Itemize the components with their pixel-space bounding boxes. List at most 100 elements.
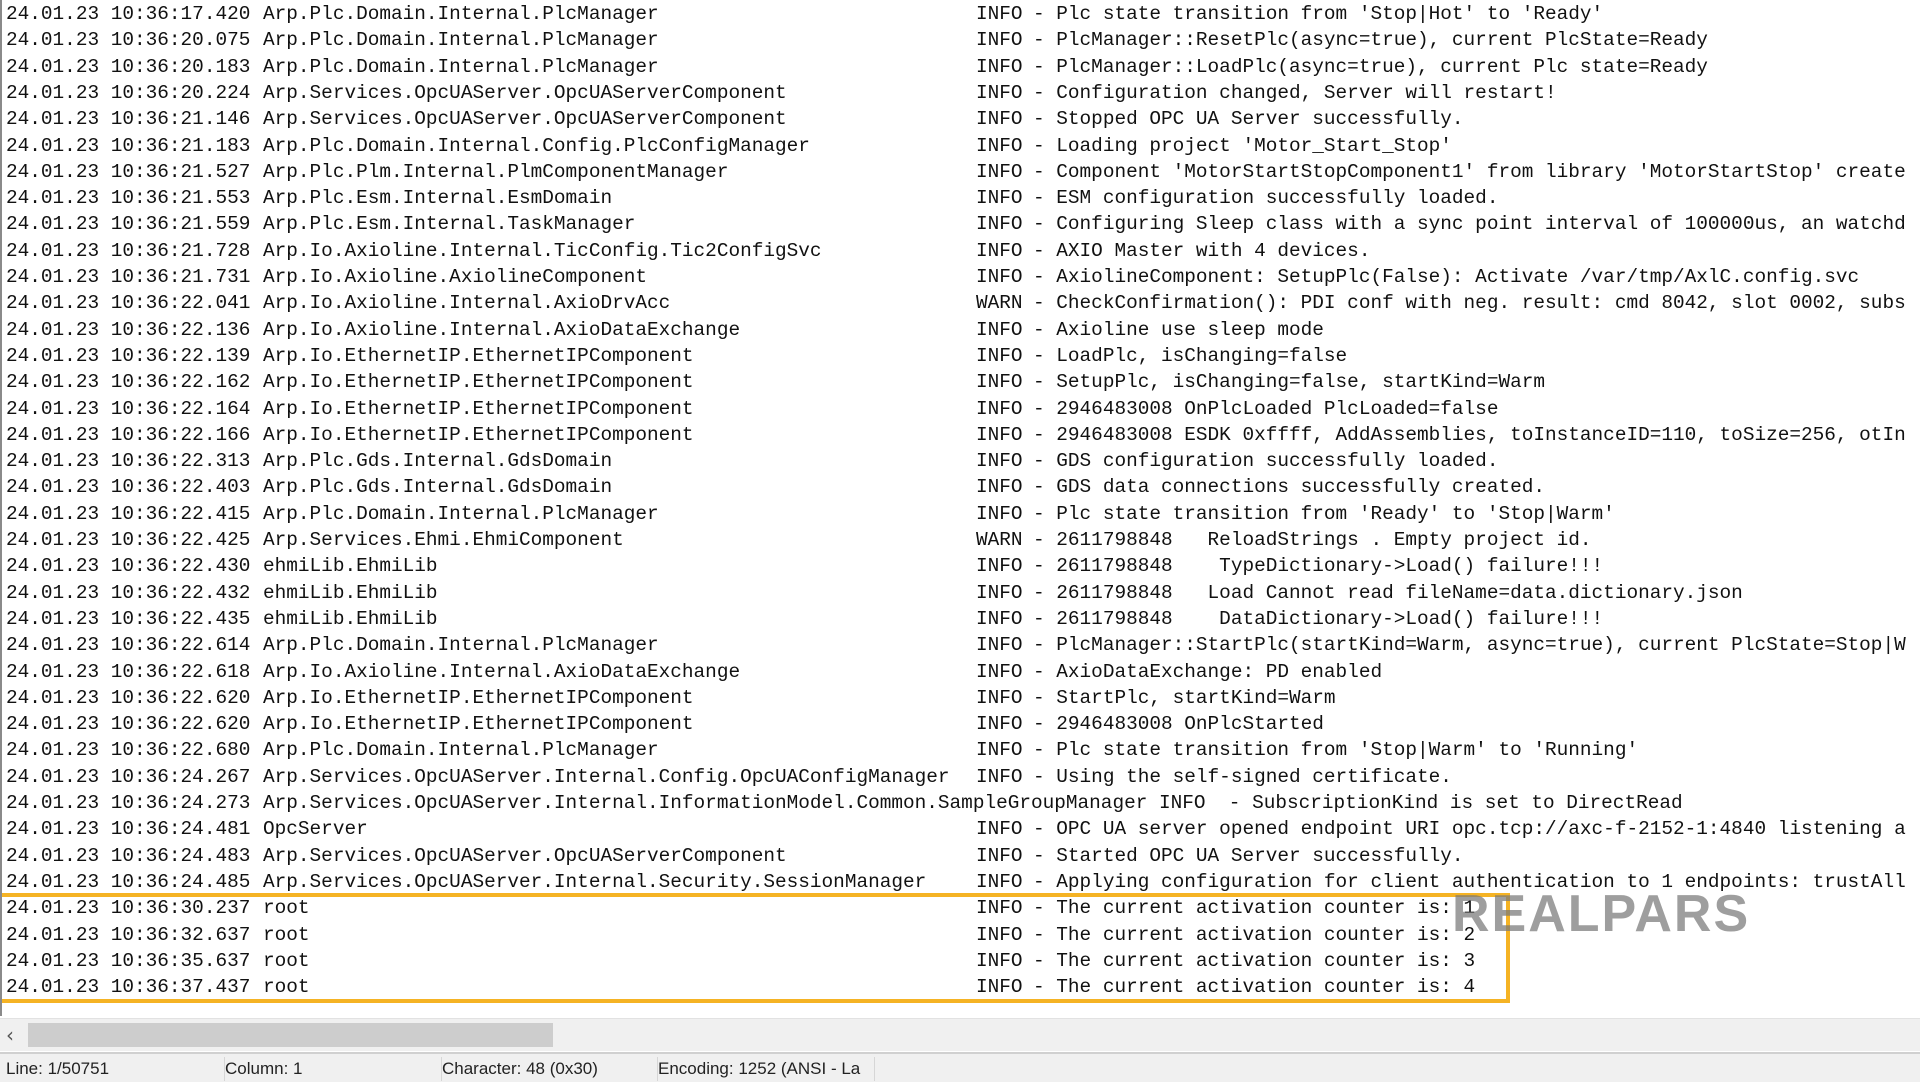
log-level: INFO — [976, 660, 1023, 683]
log-level: WARN — [976, 529, 1023, 551]
log-timestamp: 24.01.23 10:36:22.313 — [6, 450, 251, 473]
log-message: - Configuring Sleep class with a sync po… — [1033, 213, 1906, 236]
log-source: Arp.Io.Axioline.AxiolineComponent — [263, 266, 647, 288]
log-timestamp: 24.01.23 10:36:22.415 — [6, 502, 251, 525]
log-source: Arp.Io.EthernetIP.EthernetIPComponent — [263, 371, 694, 394]
log-message: - 2611798848 DataDictionary->Load() fail… — [1033, 607, 1604, 630]
log-source: Arp.Plc.Domain.Internal.PlcManager — [263, 29, 659, 52]
log-source: Arp.Services.OpcUAServer.Internal.Securi… — [263, 870, 927, 893]
log-level: INFO — [976, 55, 1023, 78]
log-timestamp: 24.01.23 10:36:22.136 — [6, 318, 251, 341]
log-message: - Plc state transition from 'Stop|Hot' t… — [1033, 3, 1604, 25]
log-message: - ESM configuration successfully loaded. — [1033, 187, 1499, 210]
log-timestamp: 24.01.23 10:36:21.728 — [6, 239, 251, 262]
log-level: INFO — [976, 239, 1023, 262]
log-timestamp: 24.01.23 10:36:21.183 — [6, 134, 251, 157]
log-level: INFO — [976, 134, 1023, 157]
log-timestamp: 24.01.23 10:36:21.559 — [6, 213, 251, 236]
log-timestamp: 24.01.23 10:36:24.273 — [6, 792, 251, 814]
log-source: Arp.Plc.Gds.Internal.GdsDomain — [263, 450, 613, 473]
log-source: ehmiLib.EhmiLib — [263, 555, 438, 578]
log-timestamp: 24.01.23 10:36:24.481 — [6, 818, 251, 841]
log-source: Arp.Io.Axioline.Internal.AxioDataExchang… — [263, 660, 741, 683]
log-source: Arp.Services.OpcUAServer.Internal.Inform… — [263, 792, 1683, 814]
scrollbar-thumb[interactable] — [28, 1023, 553, 1047]
log-source: Arp.Plc.Domain.Internal.Config.PlcConfig… — [263, 134, 810, 157]
log-message: - Configuration changed, Server will res… — [1033, 81, 1557, 104]
log-level: INFO — [976, 765, 1023, 788]
log-timestamp: 24.01.23 10:36:24.483 — [6, 844, 251, 867]
log-level: WARN — [976, 292, 1023, 315]
log-message: - PlcManager::ResetPlc(async=true), curr… — [1033, 29, 1708, 52]
log-level: INFO — [976, 476, 1023, 499]
log-message: - AXIO Master with 4 devices. — [1033, 239, 1371, 262]
log-viewer[interactable]: 24.01.23 10:36:17.420 Arp.Plc.Domain.Inte… — [0, 0, 1920, 1016]
log-level: INFO — [976, 581, 1023, 604]
log-message: - 2946483008 OnPlcLoaded PlcLoaded=false — [1033, 397, 1499, 420]
log-level: INFO — [976, 739, 1023, 762]
log-timestamp: 24.01.23 10:36:37.437 — [6, 976, 251, 999]
log-message: - GDS configuration successfully loaded. — [1033, 450, 1499, 473]
log-level: INFO — [976, 897, 1023, 920]
log-source: root — [263, 897, 310, 920]
log-message: - 2611798848 TypeDictionary->Load() fail… — [1033, 555, 1604, 578]
log-timestamp: 24.01.23 10:36:24.485 — [6, 870, 251, 893]
log-level: INFO — [976, 555, 1023, 578]
log-message: - Component 'MotorStartStopComponent1' f… — [1033, 160, 1906, 183]
log-timestamp: 24.01.23 10:36:22.430 — [6, 555, 251, 578]
log-message: - Plc state transition from 'Stop|Warm' … — [1033, 739, 1639, 762]
log-level: INFO — [976, 634, 1023, 657]
log-timestamp: 24.01.23 10:36:22.425 — [6, 529, 251, 551]
log-message: - 2946483008 OnPlcStarted — [1033, 713, 1324, 736]
log-level: INFO — [976, 318, 1023, 341]
log-timestamp: 24.01.23 10:36:22.680 — [6, 739, 251, 762]
log-level: INFO — [976, 686, 1023, 709]
scroll-left-arrow-icon[interactable]: ‹ — [6, 1023, 14, 1047]
log-message: - 2946483008 ESDK 0xffff, AddAssemblies,… — [1033, 423, 1906, 446]
log-source: Arp.Plc.Esm.Internal.TaskManager — [263, 213, 636, 236]
status-column: Column: 1 — [219, 1057, 442, 1081]
log-level: INFO — [976, 160, 1023, 183]
log-timestamp: 24.01.23 10:36:22.620 — [6, 713, 251, 736]
log-timestamp: 24.01.23 10:36:21.146 — [6, 108, 251, 131]
log-timestamp: 24.01.23 10:36:22.435 — [6, 607, 251, 630]
log-source: Arp.Plc.Plm.Internal.PlmComponentManager — [263, 160, 729, 183]
log-source: Arp.Services.OpcUAServer.OpcUAServerComp… — [263, 844, 787, 867]
log-level: INFO — [976, 949, 1023, 972]
log-timestamp: 24.01.23 10:36:17.420 — [6, 3, 251, 25]
log-source: Arp.Plc.Esm.Internal.EsmDomain — [263, 187, 613, 210]
log-message: - AxioDataExchange: PD enabled — [1033, 660, 1383, 683]
log-level: INFO — [976, 713, 1023, 736]
log-message: - The current activation counter is: 3 — [1033, 949, 1476, 972]
log-message: - Axioline use sleep mode — [1033, 318, 1324, 341]
log-message: - The current activation counter is: 4 — [1033, 976, 1476, 999]
log-message: - SetupPlc, isChanging=false, startKind=… — [1033, 371, 1545, 394]
log-level: INFO — [976, 213, 1023, 236]
log-level: INFO — [976, 870, 1023, 893]
log-source: Arp.Io.EthernetIP.EthernetIPComponent — [263, 397, 694, 420]
horizontal-scrollbar[interactable]: ‹ — [0, 1018, 1920, 1051]
log-source: Arp.Services.OpcUAServer.OpcUAServerComp… — [263, 81, 787, 104]
log-message: - CheckConfirmation(): PDI conf with neg… — [1033, 292, 1906, 315]
log-message: - The current activation counter is: 2 — [1033, 923, 1476, 946]
log-message: - Plc state transition from 'Ready' to '… — [1033, 502, 1615, 525]
log-source: Arp.Io.EthernetIP.EthernetIPComponent — [263, 344, 694, 367]
log-message: - Using the self-signed certificate. — [1033, 765, 1452, 788]
log-level: INFO — [976, 502, 1023, 525]
log-timestamp: 24.01.23 10:36:22.166 — [6, 423, 251, 446]
log-level: INFO — [976, 844, 1023, 867]
status-line: Line: 1/50751 — [0, 1057, 225, 1081]
status-character: Character: 48 (0x30) — [436, 1057, 658, 1081]
log-timestamp: 24.01.23 10:36:20.224 — [6, 81, 251, 104]
log-message: - OPC UA server opened endpoint URI opc.… — [1033, 818, 1906, 841]
log-level: INFO — [976, 371, 1023, 394]
log-timestamp: 24.01.23 10:36:22.041 — [6, 292, 251, 315]
log-source: Arp.Plc.Domain.Internal.PlcManager — [263, 3, 659, 25]
log-timestamp: 24.01.23 10:36:22.620 — [6, 686, 251, 709]
log-source: Arp.Plc.Domain.Internal.PlcManager — [263, 55, 659, 78]
log-source: Arp.Io.Axioline.Internal.AxioDrvAcc — [263, 292, 671, 315]
log-timestamp: 24.01.23 10:36:32.637 — [6, 923, 251, 946]
log-source: Arp.Services.OpcUAServer.OpcUAServerComp… — [263, 108, 787, 131]
log-source: root — [263, 949, 310, 972]
log-message: - Applying configuration for client auth… — [1033, 870, 1906, 893]
